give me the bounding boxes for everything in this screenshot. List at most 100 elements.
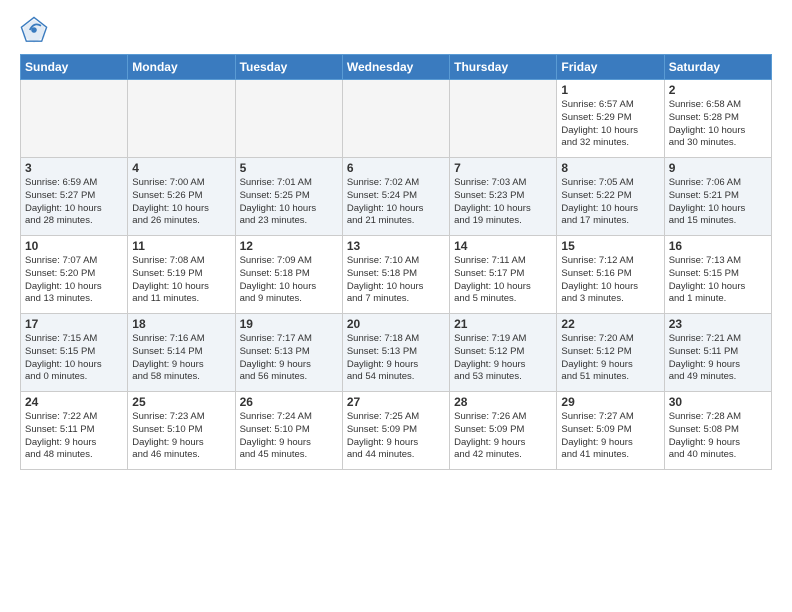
header bbox=[20, 16, 772, 44]
calendar-cell: 1Sunrise: 6:57 AM Sunset: 5:29 PM Daylig… bbox=[557, 80, 664, 158]
calendar-cell: 8 Sunrise: 7:05 AM Sunset: 5:22 PM Daylig… bbox=[557, 158, 664, 236]
logo-icon bbox=[20, 16, 48, 44]
calendar-cell: 30 Sunrise: 7:28 AM Sunset: 5:08 PM Dayli… bbox=[664, 392, 771, 470]
logo bbox=[20, 16, 52, 44]
calendar-week-4: 17 Sunrise: 7:15 AM Sunset: 5:15 PM Dayli… bbox=[21, 314, 772, 392]
calendar-cell: 15 Sunrise: 7:12 AM Sunset: 5:16 PM Dayli… bbox=[557, 236, 664, 314]
day-info: Sunrise: 7:09 AM Sunset: 5:18 PM Dayligh… bbox=[240, 255, 338, 306]
day-info: Sunrise: 7:23 AM Sunset: 5:10 PM Dayligh… bbox=[132, 411, 230, 462]
day-info: Sunrise: 7:26 AM Sunset: 5:09 PM Dayligh… bbox=[454, 411, 552, 462]
calendar-cell: 18 Sunrise: 7:16 AM Sunset: 5:14 PM Dayli… bbox=[128, 314, 235, 392]
day-number: 2 bbox=[669, 83, 767, 97]
calendar-cell: 17 Sunrise: 7:15 AM Sunset: 5:15 PM Dayli… bbox=[21, 314, 128, 392]
day-number: 26 bbox=[240, 395, 338, 409]
day-number: 5 bbox=[240, 161, 338, 175]
calendar-cell: 4 Sunrise: 7:00 AM Sunset: 5:26 PM Daylig… bbox=[128, 158, 235, 236]
day-info: Sunrise: 7:15 AM Sunset: 5:15 PM Dayligh… bbox=[25, 333, 123, 384]
day-number: 23 bbox=[669, 317, 767, 331]
day-info: Sunrise: 7:22 AM Sunset: 5:11 PM Dayligh… bbox=[25, 411, 123, 462]
day-info: Sunrise: 7:28 AM Sunset: 5:08 PM Dayligh… bbox=[669, 411, 767, 462]
calendar-cell: 11 Sunrise: 7:08 AM Sunset: 5:19 PM Dayli… bbox=[128, 236, 235, 314]
day-number: 8 bbox=[561, 161, 659, 175]
day-number: 10 bbox=[25, 239, 123, 253]
day-number: 17 bbox=[25, 317, 123, 331]
calendar-cell: 12 Sunrise: 7:09 AM Sunset: 5:18 PM Dayli… bbox=[235, 236, 342, 314]
day-number: 28 bbox=[454, 395, 552, 409]
calendar-cell bbox=[342, 80, 449, 158]
day-info: Sunrise: 7:11 AM Sunset: 5:17 PM Dayligh… bbox=[454, 255, 552, 306]
day-number: 3 bbox=[25, 161, 123, 175]
calendar-cell: 23 Sunrise: 7:21 AM Sunset: 5:11 PM Dayli… bbox=[664, 314, 771, 392]
day-number: 4 bbox=[132, 161, 230, 175]
day-info: Sunrise: 7:18 AM Sunset: 5:13 PM Dayligh… bbox=[347, 333, 445, 384]
calendar-cell: 20 Sunrise: 7:18 AM Sunset: 5:13 PM Dayli… bbox=[342, 314, 449, 392]
day-info: Sunrise: 7:07 AM Sunset: 5:20 PM Dayligh… bbox=[25, 255, 123, 306]
day-info: Sunrise: 7:20 AM Sunset: 5:12 PM Dayligh… bbox=[561, 333, 659, 384]
calendar-body: 1Sunrise: 6:57 AM Sunset: 5:29 PM Daylig… bbox=[21, 80, 772, 470]
calendar-cell: 10 Sunrise: 7:07 AM Sunset: 5:20 PM Dayli… bbox=[21, 236, 128, 314]
day-info: Sunrise: 7:27 AM Sunset: 5:09 PM Dayligh… bbox=[561, 411, 659, 462]
day-number: 12 bbox=[240, 239, 338, 253]
day-info: Sunrise: 7:21 AM Sunset: 5:11 PM Dayligh… bbox=[669, 333, 767, 384]
day-info: Sunrise: 7:12 AM Sunset: 5:16 PM Dayligh… bbox=[561, 255, 659, 306]
day-info: Sunrise: 7:16 AM Sunset: 5:14 PM Dayligh… bbox=[132, 333, 230, 384]
day-number: 1 bbox=[561, 83, 659, 97]
weekday-header-tuesday: Tuesday bbox=[235, 55, 342, 80]
day-info: Sunrise: 7:00 AM Sunset: 5:26 PM Dayligh… bbox=[132, 177, 230, 228]
day-info: Sunrise: 7:19 AM Sunset: 5:12 PM Dayligh… bbox=[454, 333, 552, 384]
day-info: Sunrise: 7:06 AM Sunset: 5:21 PM Dayligh… bbox=[669, 177, 767, 228]
day-number: 27 bbox=[347, 395, 445, 409]
day-info: Sunrise: 7:13 AM Sunset: 5:15 PM Dayligh… bbox=[669, 255, 767, 306]
calendar-cell: 6 Sunrise: 7:02 AM Sunset: 5:24 PM Daylig… bbox=[342, 158, 449, 236]
calendar-cell: 19Sunrise: 7:17 AM Sunset: 5:13 PM Dayli… bbox=[235, 314, 342, 392]
weekday-header-friday: Friday bbox=[557, 55, 664, 80]
calendar-cell: 16 Sunrise: 7:13 AM Sunset: 5:15 PM Dayli… bbox=[664, 236, 771, 314]
day-number: 14 bbox=[454, 239, 552, 253]
calendar-cell: 22 Sunrise: 7:20 AM Sunset: 5:12 PM Dayli… bbox=[557, 314, 664, 392]
calendar-cell: 29Sunrise: 7:27 AM Sunset: 5:09 PM Dayli… bbox=[557, 392, 664, 470]
day-info: Sunrise: 7:24 AM Sunset: 5:10 PM Dayligh… bbox=[240, 411, 338, 462]
weekday-header-row: SundayMondayTuesdayWednesdayThursdayFrid… bbox=[21, 55, 772, 80]
day-number: 22 bbox=[561, 317, 659, 331]
calendar-cell: 21 Sunrise: 7:19 AM Sunset: 5:12 PM Dayli… bbox=[450, 314, 557, 392]
calendar-cell: 3 Sunrise: 6:59 AM Sunset: 5:27 PM Daylig… bbox=[21, 158, 128, 236]
day-number: 30 bbox=[669, 395, 767, 409]
calendar-cell: 27Sunrise: 7:25 AM Sunset: 5:09 PM Dayli… bbox=[342, 392, 449, 470]
weekday-header-saturday: Saturday bbox=[664, 55, 771, 80]
day-number: 24 bbox=[25, 395, 123, 409]
weekday-header-sunday: Sunday bbox=[21, 55, 128, 80]
calendar-cell: 5Sunrise: 7:01 AM Sunset: 5:25 PM Daylig… bbox=[235, 158, 342, 236]
day-number: 11 bbox=[132, 239, 230, 253]
day-info: Sunrise: 7:05 AM Sunset: 5:22 PM Dayligh… bbox=[561, 177, 659, 228]
calendar-cell bbox=[235, 80, 342, 158]
calendar-cell: 25Sunrise: 7:23 AM Sunset: 5:10 PM Dayli… bbox=[128, 392, 235, 470]
day-info: Sunrise: 7:17 AM Sunset: 5:13 PM Dayligh… bbox=[240, 333, 338, 384]
calendar-cell: 24 Sunrise: 7:22 AM Sunset: 5:11 PM Dayli… bbox=[21, 392, 128, 470]
calendar-cell bbox=[128, 80, 235, 158]
calendar-cell: 7Sunrise: 7:03 AM Sunset: 5:23 PM Daylig… bbox=[450, 158, 557, 236]
day-info: Sunrise: 6:59 AM Sunset: 5:27 PM Dayligh… bbox=[25, 177, 123, 228]
calendar-cell: 2Sunrise: 6:58 AM Sunset: 5:28 PM Daylig… bbox=[664, 80, 771, 158]
day-number: 15 bbox=[561, 239, 659, 253]
calendar: SundayMondayTuesdayWednesdayThursdayFrid… bbox=[20, 54, 772, 470]
day-number: 20 bbox=[347, 317, 445, 331]
day-number: 16 bbox=[669, 239, 767, 253]
weekday-header-monday: Monday bbox=[128, 55, 235, 80]
calendar-week-3: 10 Sunrise: 7:07 AM Sunset: 5:20 PM Dayli… bbox=[21, 236, 772, 314]
day-number: 6 bbox=[347, 161, 445, 175]
calendar-cell: 28 Sunrise: 7:26 AM Sunset: 5:09 PM Dayli… bbox=[450, 392, 557, 470]
day-number: 18 bbox=[132, 317, 230, 331]
day-number: 13 bbox=[347, 239, 445, 253]
day-info: Sunrise: 7:02 AM Sunset: 5:24 PM Dayligh… bbox=[347, 177, 445, 228]
calendar-cell bbox=[450, 80, 557, 158]
calendar-cell: 14 Sunrise: 7:11 AM Sunset: 5:17 PM Dayli… bbox=[450, 236, 557, 314]
day-info: Sunrise: 7:10 AM Sunset: 5:18 PM Dayligh… bbox=[347, 255, 445, 306]
calendar-week-1: 1Sunrise: 6:57 AM Sunset: 5:29 PM Daylig… bbox=[21, 80, 772, 158]
day-number: 21 bbox=[454, 317, 552, 331]
day-info: Sunrise: 7:08 AM Sunset: 5:19 PM Dayligh… bbox=[132, 255, 230, 306]
calendar-header: SundayMondayTuesdayWednesdayThursdayFrid… bbox=[21, 55, 772, 80]
calendar-week-5: 24 Sunrise: 7:22 AM Sunset: 5:11 PM Dayli… bbox=[21, 392, 772, 470]
calendar-cell: 9Sunrise: 7:06 AM Sunset: 5:21 PM Daylig… bbox=[664, 158, 771, 236]
day-number: 7 bbox=[454, 161, 552, 175]
calendar-cell: 26 Sunrise: 7:24 AM Sunset: 5:10 PM Dayli… bbox=[235, 392, 342, 470]
